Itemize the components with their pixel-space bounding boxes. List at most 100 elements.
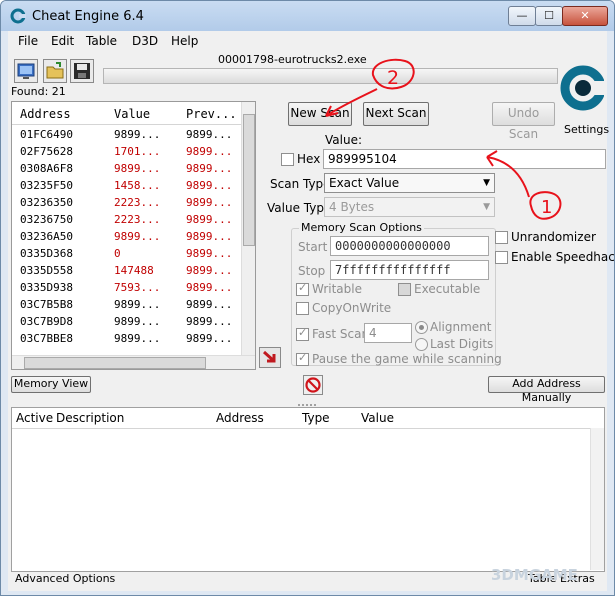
add-to-list-arrow-icon[interactable] — [259, 347, 281, 368]
alignment-radio[interactable] — [415, 321, 428, 334]
table-row[interactable]: 03236350 2223... 9899... — [12, 194, 242, 211]
advanced-options-link[interactable]: Advanced Options — [15, 572, 115, 585]
table-row[interactable]: 03C7B5B8 9899... 9899... — [12, 296, 242, 313]
writable-checkbox[interactable] — [296, 281, 309, 296]
executable-label: Executable — [414, 282, 481, 296]
watermark-text: 3DMGAME — [491, 566, 578, 584]
row-value: 147488 — [114, 264, 154, 277]
settings-link[interactable]: Settings — [564, 123, 609, 136]
table-row[interactable]: 0335D368 0 9899... — [12, 245, 242, 262]
table-row[interactable]: 03236750 2223... 9899... — [12, 211, 242, 228]
new-scan-button[interactable]: New Scan — [288, 102, 352, 126]
maximize-button[interactable]: ☐ — [535, 6, 563, 26]
row-previous: 9899... — [186, 196, 233, 209]
row-previous: 9899... — [186, 247, 233, 260]
row-value: 9899... — [114, 298, 161, 311]
row-value: 9899... — [114, 230, 161, 243]
row-address: 0335D938 — [20, 281, 73, 294]
menu-help[interactable]: Help — [171, 34, 198, 48]
column-active[interactable]: Active — [16, 411, 53, 425]
pause-game-checkbox[interactable] — [296, 351, 309, 366]
last-digits-label: Last Digits — [430, 337, 494, 351]
menu-file[interactable]: File — [18, 34, 38, 48]
row-address: 03236A50 — [20, 230, 73, 243]
table-row[interactable]: 03235F50 1458... 9899... — [12, 177, 242, 194]
process-name: 00001798-eurotrucks2.exe — [218, 53, 367, 66]
row-address: 03235F50 — [20, 179, 73, 192]
next-scan-button[interactable]: Next Scan — [363, 102, 429, 126]
menu-d3d[interactable]: D3D — [132, 34, 158, 48]
column-description[interactable]: Description — [56, 411, 124, 425]
stop-address-input[interactable]: 7fffffffffffffff — [330, 260, 489, 280]
column-table-address[interactable]: Address — [216, 411, 264, 425]
row-value: 1458... — [114, 179, 161, 192]
scan-results-list[interactable]: Address Value Prev... 01FC6490 9899... 989… — [11, 101, 256, 370]
stop-scan-icon[interactable] — [303, 375, 323, 395]
column-address[interactable]: Address — [20, 107, 71, 121]
save-icon[interactable] — [70, 59, 94, 83]
results-header: Address Value Prev... — [12, 102, 242, 125]
memory-view-button[interactable]: Memory View — [11, 376, 91, 393]
menu-table[interactable]: Table — [86, 34, 117, 48]
speedhack-label: Enable Speedhack — [511, 250, 615, 264]
undo-scan-button[interactable]: Undo Scan — [492, 102, 555, 141]
unrandomizer-checkbox[interactable] — [495, 231, 508, 244]
row-address: 03C7BBE8 — [20, 332, 73, 345]
speedhack-checkbox[interactable] — [495, 251, 508, 264]
column-table-value[interactable]: Value — [361, 411, 394, 425]
value-type-select[interactable]: 4 Bytes ▼ — [324, 197, 495, 217]
row-value: 9899... — [114, 128, 161, 141]
table-row[interactable]: 0308A6F8 9899... 9899... — [12, 160, 242, 177]
close-button[interactable]: ✕ — [562, 6, 608, 26]
add-address-manually-button[interactable]: Add Address Manually — [488, 376, 605, 404]
open-process-icon[interactable] — [14, 59, 38, 83]
fast-scan-label: Fast Scan — [312, 327, 370, 341]
scan-type-select[interactable]: Exact Value ▼ — [324, 173, 495, 193]
column-type[interactable]: Type — [302, 411, 330, 425]
column-previous[interactable]: Prev... — [186, 107, 237, 121]
copy-on-write-checkbox[interactable] — [296, 302, 309, 315]
start-address-input[interactable]: 0000000000000000 — [330, 236, 489, 256]
pause-game-label: Pause the game while scanning — [312, 352, 502, 366]
row-address: 0335D368 — [20, 247, 73, 260]
row-value: 9899... — [114, 315, 161, 328]
stop-label: Stop — [298, 264, 326, 278]
address-table[interactable]: Active Description Address Type Value — [11, 407, 605, 572]
open-file-icon[interactable] — [43, 59, 67, 83]
results-vertical-scrollbar[interactable] — [241, 102, 255, 356]
column-value[interactable]: Value — [114, 107, 150, 121]
title-bar[interactable]: Cheat Engine 6.4 — ☐ ✕ — [1, 1, 614, 31]
scroll-thumb[interactable] — [243, 114, 255, 246]
table-row[interactable]: 0335D558 147488 9899... — [12, 262, 242, 279]
writable-label: Writable — [312, 282, 362, 296]
cheat-engine-logo-icon[interactable] — [558, 55, 604, 121]
row-previous: 9899... — [186, 162, 233, 175]
fast-scan-checkbox[interactable] — [296, 326, 309, 341]
fast-scan-alignment-input[interactable]: 4 — [364, 323, 412, 343]
scan-type-value: Exact Value — [329, 176, 400, 190]
executable-checkbox[interactable] — [398, 283, 411, 296]
client-area: File Edit Table D3D Help 00001798-eurotr… — [8, 31, 614, 591]
table-row[interactable]: 01FC6490 9899... 9899... — [12, 126, 242, 143]
table-row[interactable]: 02F75628 1701... 9899... — [12, 143, 242, 160]
window-title: Cheat Engine 6.4 — [32, 9, 144, 24]
cheat-engine-window: Cheat Engine 6.4 — ☐ ✕ File Edit Table D… — [0, 0, 615, 596]
scroll-thumb[interactable] — [24, 357, 206, 369]
row-value: 9899... — [114, 332, 161, 345]
minimize-button[interactable]: — — [508, 6, 536, 26]
row-previous: 9899... — [186, 128, 233, 141]
row-previous: 9899... — [186, 230, 233, 243]
panel-splitter[interactable] — [8, 399, 607, 407]
table-row[interactable]: 03C7BBE8 9899... 9899... — [12, 330, 242, 347]
results-horizontal-scrollbar[interactable] — [12, 355, 255, 369]
table-row[interactable]: 0335D938 7593... 9899... — [12, 279, 242, 296]
menu-edit[interactable]: Edit — [51, 34, 74, 48]
table-row[interactable]: 03236A50 9899... 9899... — [12, 228, 242, 245]
value-input[interactable]: 989995104 — [323, 149, 606, 169]
last-digits-radio[interactable] — [415, 338, 428, 351]
row-address: 02F75628 — [20, 145, 73, 158]
address-table-scrollbar[interactable] — [590, 428, 604, 570]
hex-checkbox[interactable] — [281, 153, 294, 166]
cheat-engine-icon — [10, 8, 26, 24]
table-row[interactable]: 03C7B9D8 9899... 9899... — [12, 313, 242, 330]
